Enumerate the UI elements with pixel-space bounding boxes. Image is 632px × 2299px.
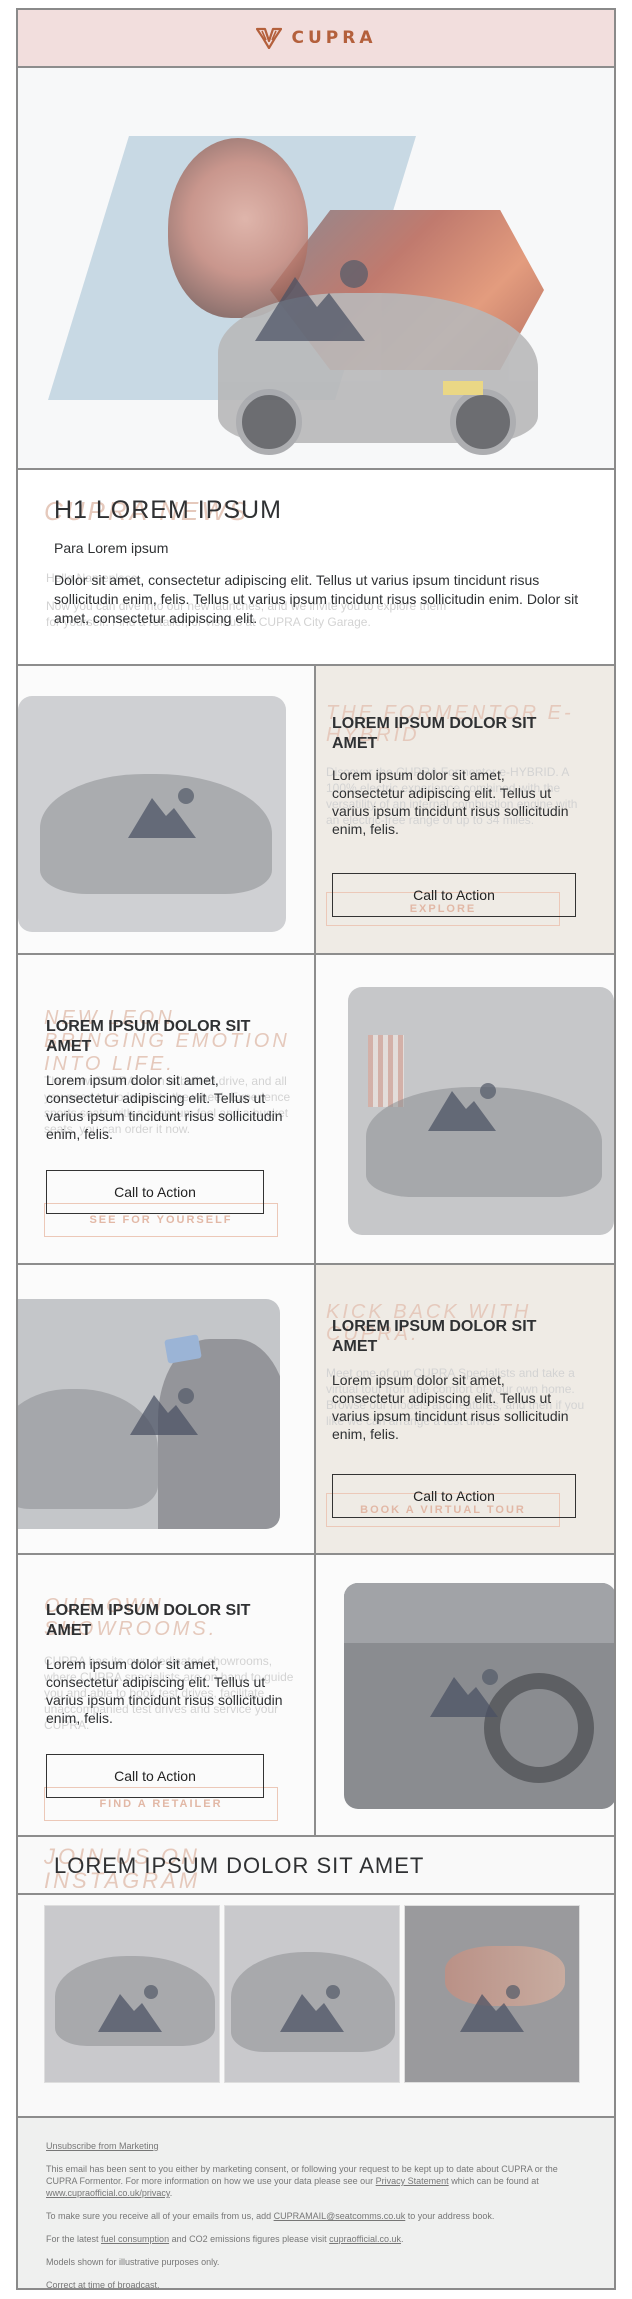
hero-banner[interactable] [18, 68, 614, 470]
privacy-url-link[interactable]: www.cupraofficial.co.uk/privacy [46, 2188, 170, 2198]
content-block-3: KICK BACK WITH CUPRA. Meet one of our CU… [18, 1265, 614, 1555]
content-block-2: NEW LEON. BRINGING EMOTION INTO LIFE. Th… [18, 955, 614, 1265]
cupra-wordmark: CUPRA [291, 28, 377, 48]
image-placeholder-sun-icon [144, 1985, 158, 1999]
footer-address-book-text: To make sure you receive all of your ema… [46, 2211, 495, 2221]
image-placeholder-mountain-icon [255, 277, 365, 341]
block-1-cta-button[interactable]: Call to Action [332, 873, 576, 917]
footer-fuel-text: For the latest fuel consumption and CO2 … [46, 2234, 404, 2244]
email-footer: Unsubscribe from Marketing This email ha… [18, 2118, 614, 2290]
cupra-emblem-icon [255, 27, 282, 49]
content-block-1: THE FORMENTOR E-HYBRID Discover the CUPR… [18, 666, 614, 955]
block-3-cta-button[interactable]: Call to Action [332, 1474, 576, 1518]
content-block-4: OUR OWN SHOWROOMS. CUPRA has its own ded… [18, 1555, 614, 1837]
image-placeholder-mountain-icon [430, 1677, 498, 1717]
block-1-text-cell: THE FORMENTOR E-HYBRID Discover the CUPR… [316, 666, 614, 953]
block-1-image-cell [18, 666, 316, 953]
block-3-image-cell [18, 1265, 316, 1553]
page-title: H1 LOREM IPSUM [54, 496, 282, 524]
image-placeholder-mountain-icon [130, 1395, 198, 1435]
block-2-title: LOREM IPSUM DOLOR SIT AMET [46, 1018, 251, 1055]
block-1-title: LOREM IPSUM DOLOR SIT AMET [332, 715, 537, 752]
block-4-title: LOREM IPSUM DOLOR SIT AMET [46, 1602, 251, 1639]
intro-section: CUPRA NEWS Hello Nameplace, Now you can … [18, 470, 614, 666]
email-header: CUPRA [18, 10, 614, 68]
block-3-title: LOREM IPSUM DOLOR SIT AMET [332, 1318, 537, 1355]
instagram-section: JOIN US ON INSTAGRAM LOREM IPSUM DOLOR S… [18, 1837, 614, 2118]
paragraph-title: Para Lorem ipsum [54, 540, 169, 556]
block-1-body: Lorem ipsum dolor sit amet, consectetur … [332, 767, 569, 837]
image-placeholder-mountain-icon [128, 798, 196, 838]
email-frame: CUPRA CUPRA NEWS Hello Nameplace, Now yo… [16, 8, 616, 2290]
cupra-site-link[interactable]: cupraofficial.co.uk [329, 2234, 401, 2244]
block-4-image-cell [316, 1555, 614, 1835]
instagram-title: LOREM IPSUM DOLOR SIT AMET [54, 1853, 425, 1878]
block-4-text-cell: OUR OWN SHOWROOMS. CUPRA has its own ded… [18, 1555, 316, 1835]
unsubscribe-link[interactable]: Unsubscribe from Marketing [46, 2141, 159, 2151]
footer-models-note: Models shown for illustrative purposes o… [46, 2257, 220, 2267]
sender-email-link[interactable]: CUPRAMAIL@seatcomms.co.uk [274, 2211, 406, 2221]
block-2-text-cell: NEW LEON. BRINGING EMOTION INTO LIFE. Th… [18, 955, 316, 1263]
paragraph-body: Dolor sit amet, consectetur adipiscing e… [54, 572, 579, 626]
block-2-image-cell [316, 955, 614, 1263]
footer-consent-text: This email has been sent to you either b… [46, 2164, 558, 2198]
cupra-logo[interactable]: CUPRA [255, 27, 377, 49]
fuel-consumption-link[interactable]: fuel consumption [101, 2234, 169, 2244]
image-placeholder-sun-icon [326, 1985, 340, 1999]
footer-broadcast-note: Correct at time of broadcast. [46, 2280, 160, 2290]
block-2-body: Lorem ipsum dolor sit amet, consectetur … [46, 1072, 283, 1142]
privacy-statement-link[interactable]: Privacy Statement [376, 2176, 449, 2186]
block-3-body: Lorem ipsum dolor sit amet, consectetur … [332, 1372, 569, 1442]
block-4-body: Lorem ipsum dolor sit amet, consectetur … [46, 1656, 283, 1726]
block-3-text-cell: KICK BACK WITH CUPRA. Meet one of our CU… [316, 1265, 614, 1553]
block-2-cta-button[interactable]: Call to Action [46, 1170, 264, 1214]
image-placeholder-sun-icon [506, 1985, 520, 1999]
block-4-cta-button[interactable]: Call to Action [46, 1754, 264, 1798]
image-placeholder-mountain-icon [428, 1091, 496, 1131]
